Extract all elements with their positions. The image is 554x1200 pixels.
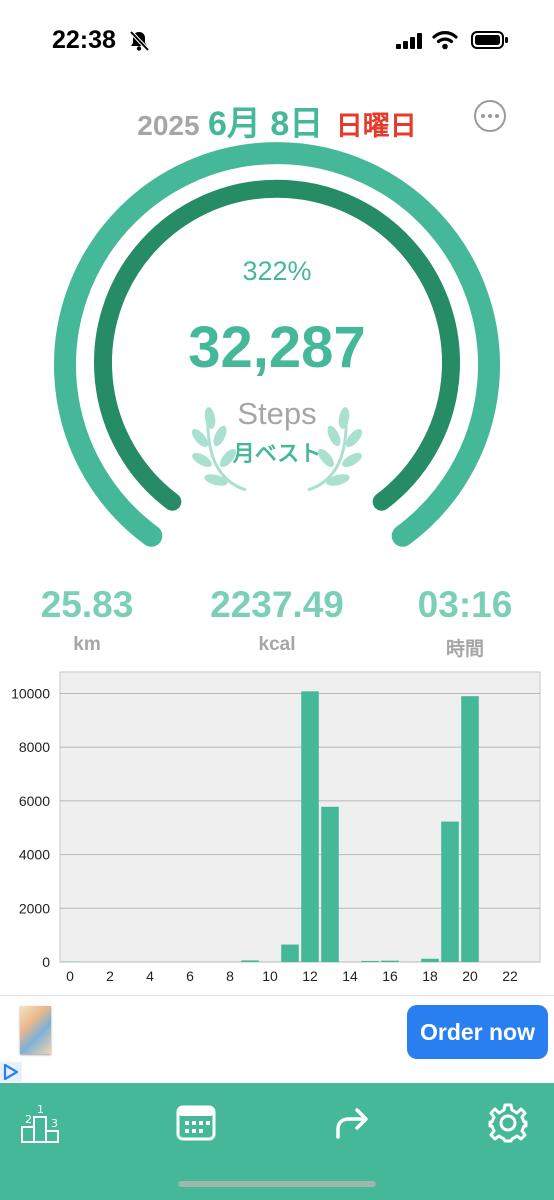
bar (381, 960, 399, 962)
duration-label: 時間 (445, 639, 484, 660)
calendar-icon (176, 1105, 216, 1141)
goal-percent: 322% (242, 256, 312, 286)
home-indicator (178, 1181, 376, 1187)
x-tick-label: 18 (422, 968, 438, 984)
bar (421, 958, 439, 962)
ad-product-image[interactable] (20, 1006, 51, 1054)
silent-bell-icon (129, 30, 150, 52)
bar (321, 806, 339, 962)
ad-divider (0, 995, 554, 996)
x-tick-label: 10 (262, 968, 278, 984)
y-tick-label: 4000 (19, 847, 50, 863)
distance-value: 25.83 (40, 584, 134, 625)
tab-share[interactable] (330, 1101, 374, 1145)
x-tick-label: 6 (186, 968, 194, 984)
y-tick-label: 10000 (11, 685, 50, 701)
bar (361, 960, 379, 962)
date-header: 2025 6月 8日 日曜日 (0, 96, 554, 145)
weekday: 日曜日 (335, 111, 417, 141)
x-tick-label: 12 (302, 968, 318, 984)
step-count: 32,287 (188, 315, 366, 380)
bar (441, 821, 459, 962)
svg-text:3: 3 (51, 1117, 58, 1130)
tab-settings[interactable] (486, 1101, 530, 1145)
battery-icon (471, 31, 508, 49)
wifi-icon (432, 31, 458, 50)
signal-icon (396, 33, 422, 49)
y-tick-label: 6000 (19, 793, 50, 809)
bar (241, 960, 259, 962)
distance-unit: km (73, 634, 101, 655)
order-now-button[interactable]: Order now (407, 1005, 548, 1059)
calories-value: 2237.49 (210, 584, 344, 625)
ad-choices-icon[interactable] (0, 1062, 22, 1082)
svg-text:2: 2 (25, 1113, 32, 1126)
x-tick-label: 0 (66, 968, 74, 984)
share-icon (336, 1108, 368, 1139)
tab-ranking[interactable]: 2 1 3 (19, 1101, 63, 1145)
y-tick-label: 8000 (19, 739, 50, 755)
y-tick-label: 0 (42, 954, 50, 970)
x-tick-label: 20 (462, 968, 478, 984)
tab-calendar[interactable] (174, 1101, 218, 1145)
duration-value: 03:16 (417, 584, 513, 625)
x-tick-label: 16 (382, 968, 398, 984)
x-tick-label: 22 (502, 968, 518, 984)
monthly-best-badge: 月ベスト (232, 441, 322, 466)
ranking-icon: 2 1 3 (21, 1103, 59, 1143)
steps-label: Steps (237, 396, 317, 431)
x-tick-label: 4 (146, 968, 154, 984)
svg-text:1: 1 (37, 1103, 44, 1116)
x-tick-label: 8 (226, 968, 234, 984)
status-time: 22:38 (52, 26, 116, 54)
bar (281, 944, 299, 962)
bar (461, 696, 479, 962)
x-tick-label: 2 (106, 968, 114, 984)
x-tick-label: 14 (342, 968, 358, 984)
more-options-icon[interactable] (474, 100, 506, 132)
year: 2025 (137, 110, 200, 141)
month-day: 6月 8日 (208, 105, 324, 143)
y-tick-label: 2000 (19, 900, 50, 916)
gear-icon (488, 1103, 528, 1143)
calories-unit: kcal (258, 634, 296, 655)
hourly-steps-chart: 0 2000 4000 6000 8000 10000 0 2 4 6 8 10 12 14 16 18 20 2… (11, 671, 541, 984)
bar (301, 691, 319, 962)
